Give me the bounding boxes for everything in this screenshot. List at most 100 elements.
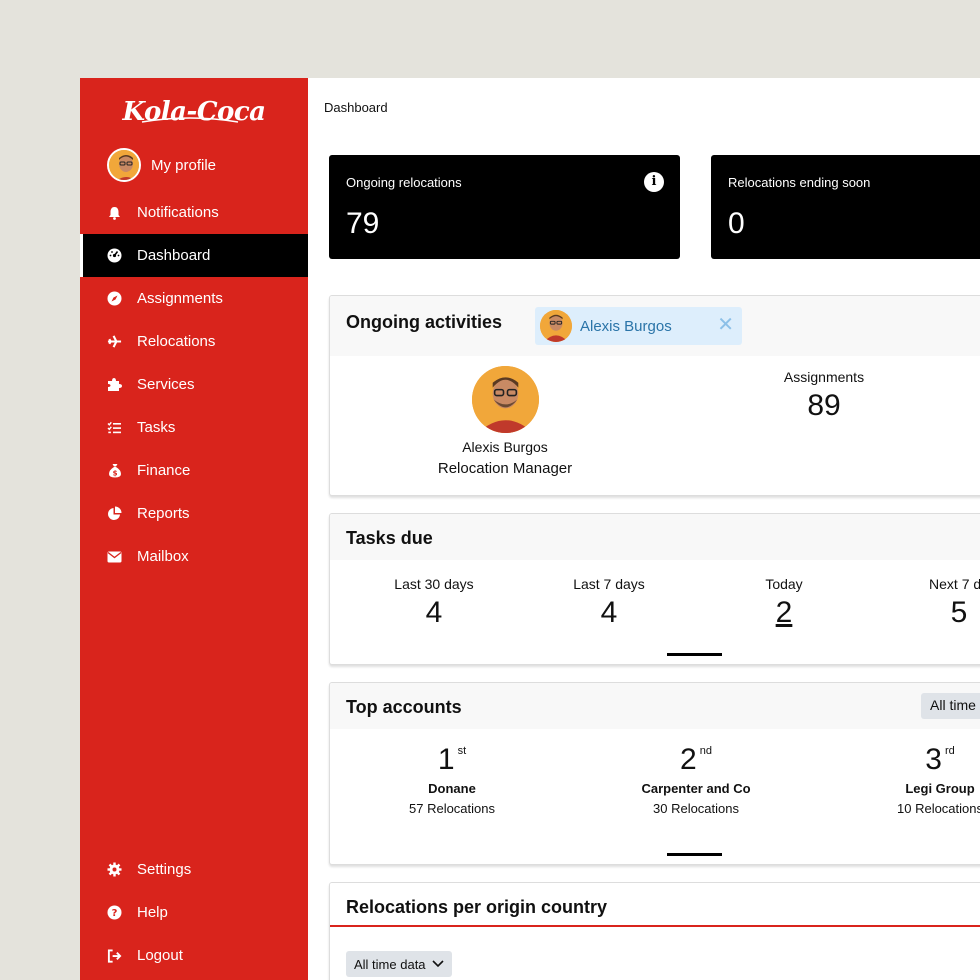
metric-label: Next 7 da	[929, 576, 980, 592]
account-name: Donane	[428, 781, 476, 796]
sidebar-nav: Notifications Dashboard Assignments Relo…	[80, 191, 308, 578]
my-profile-link[interactable]: My profile	[107, 148, 216, 182]
sidebar-item-settings[interactable]: Settings	[80, 848, 308, 891]
tasks-metric-last-7-days[interactable]: Last 7 days 4	[539, 576, 679, 630]
sidebar-item-label: Tasks	[137, 419, 176, 436]
metric-label: Last 30 days	[394, 576, 474, 592]
sidebar-item-label: Settings	[137, 861, 192, 878]
chevron-down-icon	[431, 960, 444, 968]
card-title: Top accounts	[346, 697, 462, 717]
rank-digit: 1	[437, 743, 455, 776]
close-icon[interactable]: ✕	[717, 315, 734, 335]
metric-value: 4	[600, 596, 618, 629]
account-rank-3[interactable]: 3rd Legi Group 10 Relocations	[840, 743, 980, 816]
carousel-indicator[interactable]	[667, 853, 722, 856]
logo-swoosh-icon	[141, 117, 239, 123]
account-rank-2[interactable]: 2nd Carpenter and Co 30 Relocations	[596, 743, 796, 816]
stat-card-ongoing-relocations[interactable]: Ongoing relocations 79 i	[329, 155, 680, 259]
account-rank-1[interactable]: 1st Donane 57 Relocations	[352, 743, 552, 816]
metric-label: Today	[765, 576, 803, 592]
avatar	[540, 310, 572, 342]
account-name: Legi Group	[905, 781, 975, 796]
question-circle-icon: ?	[107, 905, 122, 920]
rank-number: 3rd	[840, 743, 980, 777]
sidebar-item-relocations[interactable]: Relocations	[80, 320, 308, 363]
rank-suffix: st	[457, 745, 467, 757]
sidebar-item-reports[interactable]: Reports	[80, 492, 308, 535]
rank-digit: 2	[680, 743, 697, 776]
sidebar-item-finance[interactable]: $ Finance	[80, 449, 308, 492]
sidebar-item-tasks[interactable]: Tasks	[80, 406, 308, 449]
gear-icon	[107, 862, 122, 877]
sidebar-item-label: Notifications	[137, 204, 219, 221]
plane-icon	[107, 334, 122, 349]
carousel-indicator[interactable]	[667, 653, 722, 656]
svg-text:?: ?	[112, 908, 118, 919]
relocations-per-country-card: Relocations per origin country All time …	[329, 882, 980, 980]
stat-value: 79	[346, 207, 380, 240]
my-profile-label: My profile	[151, 156, 217, 174]
card-header: Tasks due	[330, 514, 980, 560]
account-count: 57 Relocations	[409, 801, 495, 816]
time-filter-button[interactable]: All time	[921, 693, 980, 719]
card-title: Relocations per origin country	[346, 897, 608, 917]
assignments-metric: Assignments 89	[734, 369, 914, 423]
sidebar-item-notifications[interactable]: Notifications	[80, 191, 308, 234]
rank-number: 2nd	[596, 743, 796, 777]
card-header: Ongoing activities Alexis Burgos ✕	[330, 296, 980, 356]
metric-value: 89	[807, 389, 841, 422]
sidebar-item-services[interactable]: Services	[80, 363, 308, 406]
person-filter-chip[interactable]: Alexis Burgos ✕	[535, 307, 742, 345]
avatar	[107, 148, 141, 182]
stat-label: Ongoing relocations	[346, 175, 462, 190]
sidebar-item-label: Services	[137, 376, 195, 393]
tasks-metric-last-30-days[interactable]: Last 30 days 4	[364, 576, 504, 630]
sidebar-item-label: Reports	[137, 505, 190, 522]
metric-label: Last 7 days	[573, 576, 645, 592]
sidebar-item-label: Logout	[137, 947, 183, 964]
select-label: All time data	[354, 956, 426, 972]
puzzle-icon	[107, 377, 122, 392]
sidebar-item-mailbox[interactable]: Mailbox	[80, 535, 308, 578]
metric-value: 5	[950, 596, 968, 629]
money-bag-icon: $	[107, 463, 122, 478]
sidebar-item-label: Mailbox	[137, 548, 189, 565]
sidebar-item-label: Assignments	[137, 290, 223, 307]
info-icon[interactable]: i	[644, 172, 664, 192]
sidebar-item-assignments[interactable]: Assignments	[80, 277, 308, 320]
rank-suffix: nd	[699, 745, 712, 757]
rank-suffix: rd	[944, 745, 955, 757]
top-accounts-card: Top accounts All time 1st Donane 57 Relo…	[329, 682, 980, 865]
metric-value-link[interactable]: 2	[714, 596, 854, 630]
account-count: 10 Relocations	[897, 801, 980, 816]
stat-card-relocations-ending-soon[interactable]: Relocations ending soon 0	[711, 155, 980, 259]
main-content: Dashboard Ongoing relocations 79 i Reloc…	[308, 78, 980, 980]
sidebar-item-dashboard[interactable]: Dashboard	[80, 234, 308, 277]
rank-number: 1st	[352, 743, 552, 777]
sidebar-item-label: Relocations	[137, 333, 216, 350]
sidebar-item-label: Help	[137, 904, 168, 921]
account-count: 30 Relocations	[653, 801, 739, 816]
account-name: Carpenter and Co	[641, 781, 751, 796]
avatar	[471, 366, 539, 433]
time-range-select[interactable]: All time data	[346, 951, 452, 977]
card-title: Tasks due	[346, 528, 433, 548]
tasks-metric-next-7-days[interactable]: Next 7 da 5	[889, 576, 980, 630]
person-role: Relocation Manager	[437, 460, 573, 477]
logout-icon	[107, 948, 122, 963]
sidebar-item-help[interactable]: ? Help	[80, 891, 308, 934]
rank-digit: 3	[925, 743, 942, 776]
checklist-icon	[107, 420, 122, 435]
tasks-metric-today[interactable]: Today 2	[714, 576, 854, 630]
bell-icon	[107, 205, 122, 220]
compass-icon	[107, 291, 122, 306]
person-name: Alexis Burgos	[462, 439, 548, 455]
dashboard-gauge-icon	[107, 248, 122, 263]
tasks-due-card: Tasks due Last 30 days 4 Last 7 days 4 T…	[329, 513, 980, 665]
stat-label: Relocations ending soon	[728, 175, 871, 190]
sidebar-item-logout[interactable]: Logout	[80, 934, 308, 977]
person-summary: Alexis Burgos Relocation Manager	[420, 366, 590, 477]
card-title: Ongoing activities	[346, 312, 503, 332]
sidebar-bottom-nav: Settings ? Help Logout	[80, 848, 308, 977]
sidebar-item-label: Finance	[137, 462, 191, 479]
